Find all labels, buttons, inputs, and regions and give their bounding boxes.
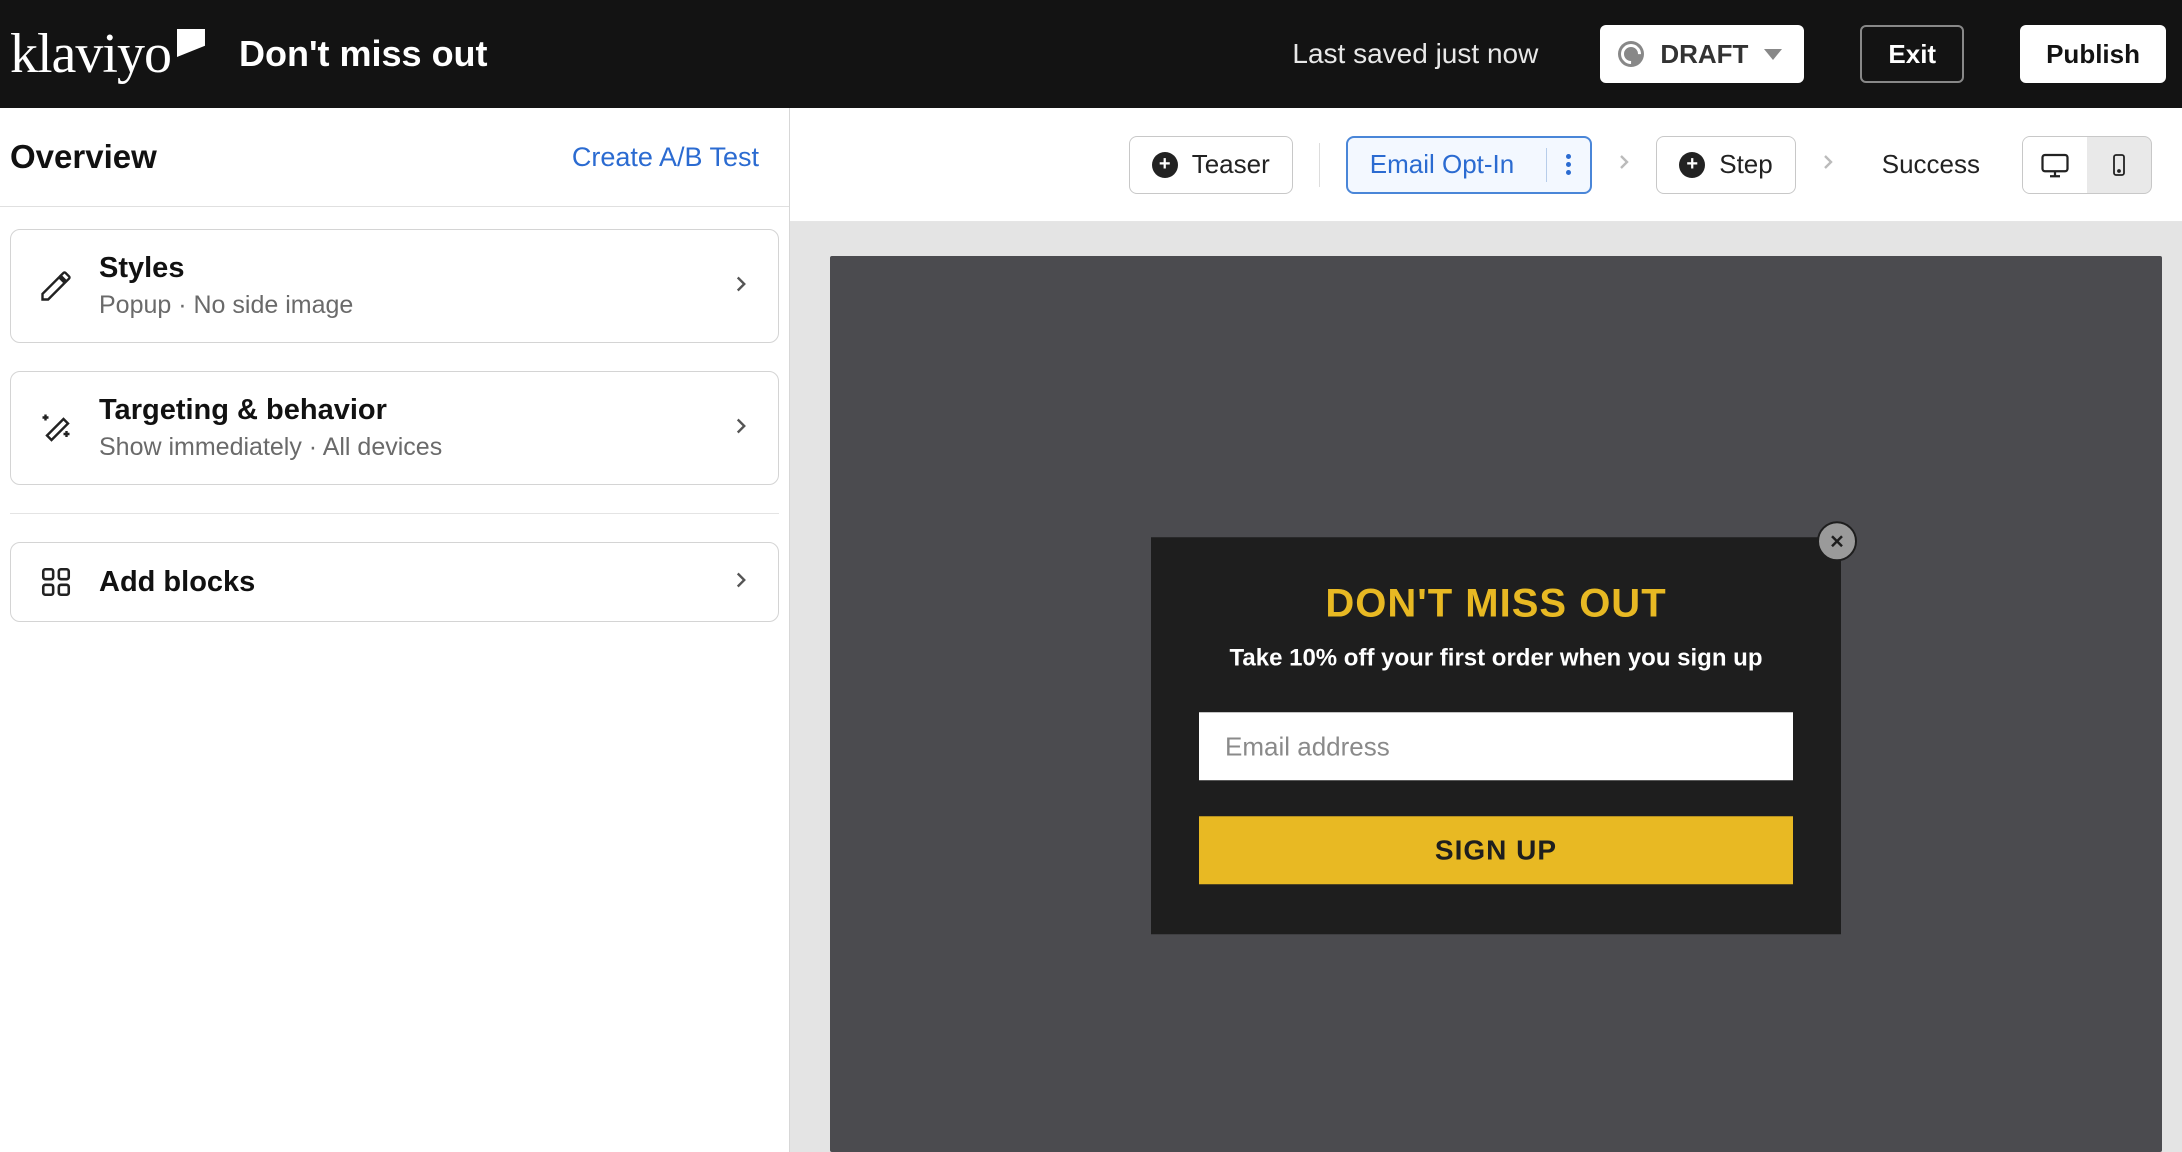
publish-button[interactable]: Publish: [2020, 25, 2166, 83]
sidebar-header: Overview Create A/B Test: [0, 108, 789, 207]
chevron-right-icon: [1816, 148, 1840, 182]
pencil-icon: [35, 268, 77, 304]
device-toggle: [2022, 136, 2152, 194]
create-ab-test-link[interactable]: Create A/B Test: [572, 142, 759, 173]
step-add-step[interactable]: + Step: [1656, 136, 1796, 194]
step-email-opt-in[interactable]: Email Opt-In: [1346, 136, 1593, 194]
steps-bar: + Teaser Email Opt-In + Step Success: [790, 108, 2182, 222]
chevron-right-icon: [728, 413, 754, 444]
card-title: Targeting & behavior: [99, 394, 706, 427]
popup-heading[interactable]: DON'T MISS OUT: [1199, 581, 1793, 626]
brand-logo[interactable]: klaviyo: [10, 22, 205, 86]
step-teaser[interactable]: + Teaser: [1129, 136, 1293, 194]
blocks-icon: [35, 565, 77, 599]
step-success[interactable]: Success: [1860, 136, 2002, 194]
kebab-menu-icon[interactable]: [1546, 148, 1576, 182]
chevron-right-icon: [1612, 148, 1636, 182]
divider: [10, 513, 779, 514]
main-area: Overview Create A/B Test Styles Popup · …: [0, 108, 2182, 1152]
card-subtitle: Popup · No side image: [99, 291, 706, 320]
wand-icon: [35, 410, 77, 446]
last-saved-status: Last saved just now: [1292, 38, 1538, 70]
canvas-wrapper: DON'T MISS OUT Take 10% off your first o…: [790, 222, 2182, 1152]
exit-button[interactable]: Exit: [1860, 25, 1964, 83]
device-mobile-button[interactable]: [2087, 137, 2151, 193]
card-targeting[interactable]: Targeting & behavior Show immediately · …: [10, 371, 779, 485]
chevron-right-icon: [728, 271, 754, 302]
sidebar: Overview Create A/B Test Styles Popup · …: [0, 108, 790, 1152]
plus-circle-icon: +: [1679, 152, 1705, 178]
preview-column: + Teaser Email Opt-In + Step Success: [790, 108, 2182, 1152]
close-button[interactable]: [1817, 521, 1857, 561]
preview-canvas[interactable]: DON'T MISS OUT Take 10% off your first o…: [830, 256, 2162, 1152]
card-styles[interactable]: Styles Popup · No side image: [10, 229, 779, 343]
separator: [1319, 143, 1320, 187]
brand-name: klaviyo: [10, 22, 171, 86]
card-title: Add blocks: [99, 566, 706, 599]
status-label: DRAFT: [1660, 39, 1748, 70]
sign-up-button[interactable]: SIGN UP: [1199, 816, 1793, 884]
plus-circle-icon: +: [1152, 152, 1178, 178]
chevron-right-icon: [728, 567, 754, 598]
status-dropdown[interactable]: DRAFT: [1600, 25, 1804, 83]
form-name: Don't miss out: [239, 33, 488, 75]
card-subtitle: Show immediately · All devices: [99, 433, 706, 462]
device-desktop-button[interactable]: [2023, 137, 2087, 193]
sidebar-title: Overview: [10, 138, 157, 176]
brand-mark-icon: [177, 29, 205, 57]
email-input[interactable]: [1199, 712, 1793, 780]
chevron-down-icon: [1764, 49, 1782, 60]
popup-subheading[interactable]: Take 10% off your first order when you s…: [1199, 644, 1793, 672]
signup-popup: DON'T MISS OUT Take 10% off your first o…: [1151, 537, 1841, 934]
globe-icon: [1618, 41, 1644, 67]
card-title: Styles: [99, 252, 706, 285]
top-header: klaviyo Don't miss out Last saved just n…: [0, 0, 2182, 108]
card-add-blocks[interactable]: Add blocks: [10, 542, 779, 622]
